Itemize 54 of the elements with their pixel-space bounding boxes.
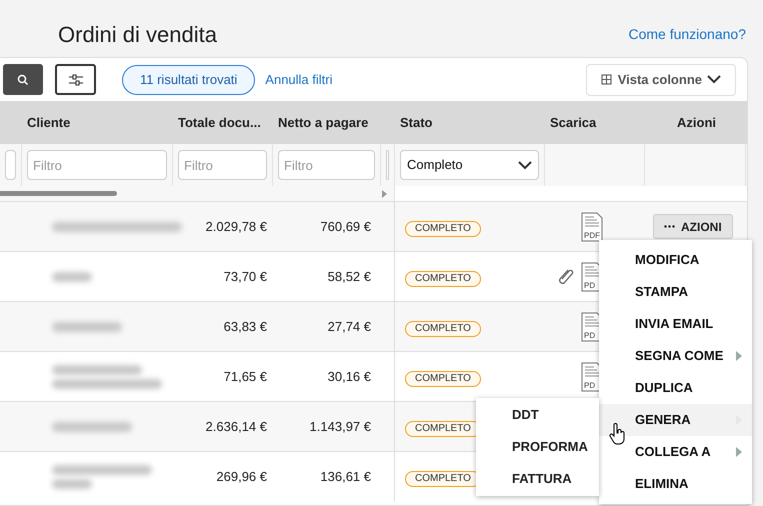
status-badge: COMPLETO xyxy=(405,270,481,286)
menu-item[interactable]: ELIMINA xyxy=(599,468,752,500)
sliders-icon xyxy=(68,74,82,86)
table-cell: 1.143,97 € xyxy=(310,418,371,434)
status-select[interactable]: Completo xyxy=(400,150,539,180)
columns-view-button[interactable]: Vista colonne xyxy=(586,64,736,96)
filter-settings-button[interactable] xyxy=(55,64,96,95)
chevron-down-icon xyxy=(707,75,721,84)
table-cell: 269,96 € xyxy=(216,468,267,484)
table-cell: 136,61 € xyxy=(320,468,371,484)
search-button[interactable] xyxy=(3,64,43,95)
table-cell: 27,74 € xyxy=(328,318,371,334)
table-cell: 71,65 € xyxy=(224,368,267,384)
scroll-right-icon[interactable] xyxy=(382,190,387,198)
column-header[interactable]: Cliente xyxy=(27,114,70,130)
table-cell: 63,83 € xyxy=(224,318,267,334)
menu-item[interactable]: COLLEGA A xyxy=(599,436,752,468)
column-header[interactable]: Scarica xyxy=(550,114,596,130)
filter-field[interactable]: Filtro xyxy=(278,150,375,180)
column-header[interactable]: Stato xyxy=(400,114,432,130)
status-badge: COMPLETO xyxy=(405,370,481,386)
page-title: Ordini di vendita xyxy=(58,21,217,49)
filter-field[interactable]: Filtro xyxy=(178,150,267,180)
filter-field[interactable] xyxy=(386,150,389,180)
table-cell: 760,69 € xyxy=(320,218,371,234)
submenu-arrow-icon xyxy=(736,351,742,361)
results-count-badge: 11 risultati trovati xyxy=(122,64,256,94)
blurred-text xyxy=(52,322,122,332)
blurred-text xyxy=(52,478,92,488)
submenu-arrow-icon xyxy=(736,447,742,457)
status-badge: COMPLETO xyxy=(405,220,481,236)
chevron-down-icon xyxy=(518,160,532,170)
ellipsis-icon xyxy=(664,225,675,228)
help-link[interactable]: Come funzionano? xyxy=(628,24,746,45)
search-icon xyxy=(17,74,29,86)
pdf-file-icon[interactable]: PDF xyxy=(581,212,603,242)
column-header[interactable]: Netto a pagare xyxy=(278,114,368,130)
table-cell: 73,70 € xyxy=(224,268,267,284)
blurred-text xyxy=(52,272,92,282)
status-badge: COMPLETO xyxy=(405,320,481,336)
clear-filters-link[interactable]: Annulla filtri xyxy=(265,70,332,90)
actions-button[interactable]: AZIONI xyxy=(653,214,733,239)
column-header[interactable]: Totale docu... xyxy=(178,114,261,130)
column-header[interactable]: Azioni xyxy=(677,114,716,130)
filter-field[interactable]: Filtro xyxy=(27,150,167,180)
filter-field[interactable] xyxy=(5,150,16,180)
table-cell: 2.636,14 € xyxy=(206,418,267,434)
horizontal-scrollbar[interactable] xyxy=(0,191,117,196)
table-cell: 2.029,78 € xyxy=(206,218,267,234)
menu-item[interactable]: GENERA xyxy=(599,404,752,436)
table-edit-icon xyxy=(600,74,613,86)
hand-cursor-icon xyxy=(608,423,626,445)
table-cell: 58,52 € xyxy=(328,268,371,284)
table-cell: 30,16 € xyxy=(328,368,371,384)
